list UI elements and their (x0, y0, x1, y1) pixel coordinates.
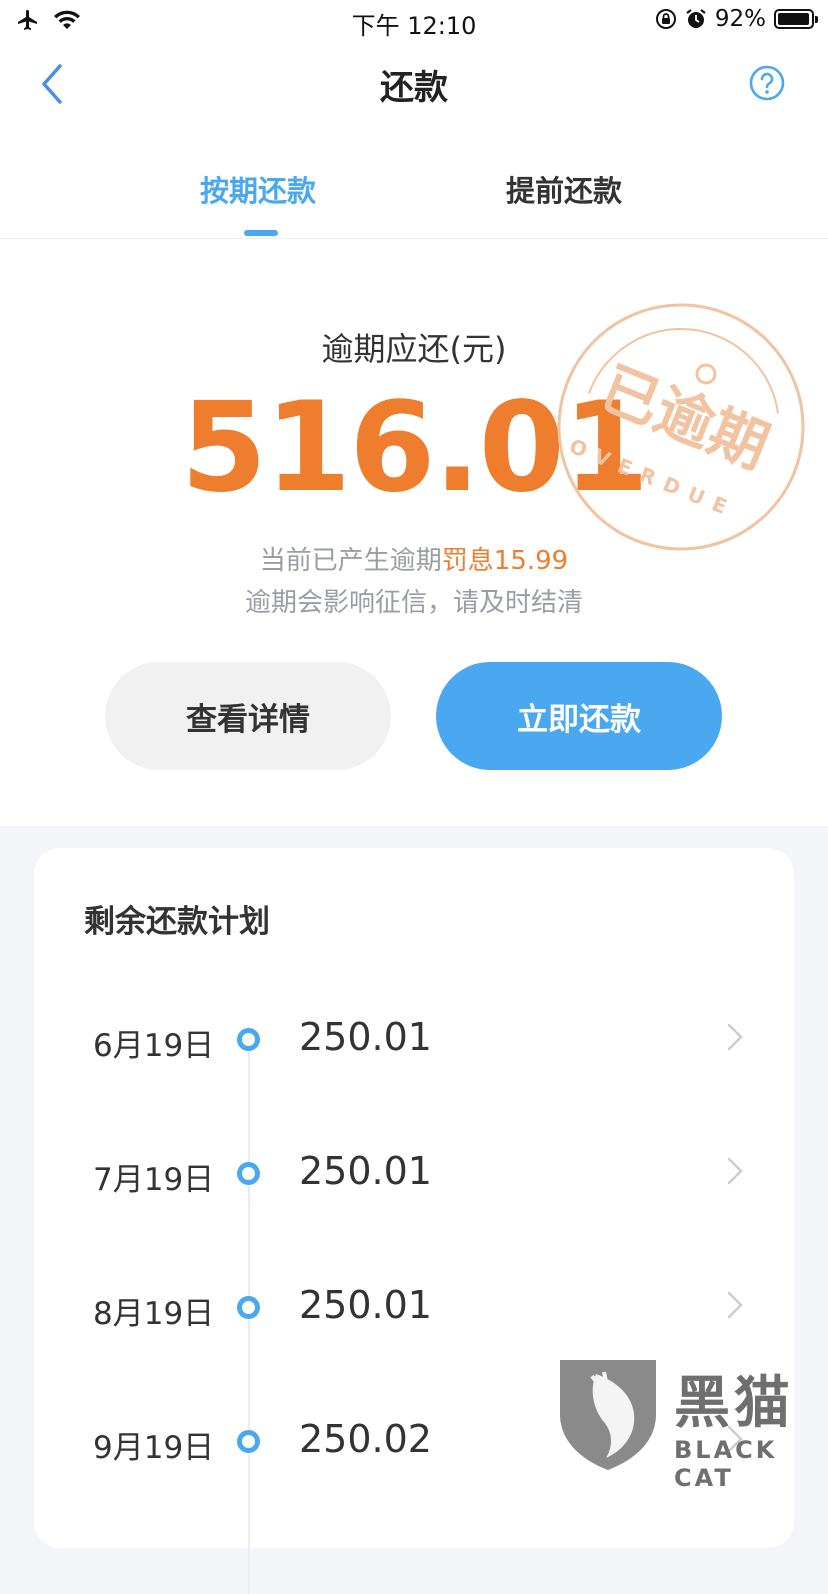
timeline-dot (237, 1296, 260, 1319)
alarm-icon (686, 9, 706, 28)
repayment-plan-title: 剩余还款计划 (84, 904, 270, 940)
tab-scheduled-repayment[interactable]: 按期还款 (200, 168, 316, 210)
watermark-en: BLACK CAT (674, 1436, 778, 1492)
plan-date: 8月19日 (93, 1296, 215, 1332)
timeline-dot (237, 1430, 260, 1453)
overdue-stamp: 已逾期 OVERDUE (557, 303, 805, 551)
blackcat-watermark: 黑猫 BLACK CAT (556, 1354, 828, 1492)
help-icon[interactable] (748, 64, 786, 102)
penalty-notice-prefix: 当前已产生逾期 (259, 546, 442, 576)
plan-amount: 250.02 (299, 1417, 432, 1461)
watermark-zh: 黑猫 (674, 1371, 794, 1436)
blackcat-shield-logo (560, 1360, 656, 1470)
status-bar: 下午 12:10 92% (0, 0, 828, 42)
battery-icon (774, 9, 818, 29)
plan-amount: 250.01 (299, 1149, 432, 1193)
plan-row[interactable]: 7月19日 250.01 (34, 1136, 794, 1216)
repay-now-button[interactable]: 立即还款 (436, 662, 722, 770)
tab-bar: 按期还款 提前还款 (0, 150, 828, 239)
plan-amount: 250.01 (299, 1283, 432, 1327)
penalty-notice: 当前已产生逾期罚息15.99 (0, 540, 828, 577)
penalty-interest: 罚息15.99 (441, 546, 569, 576)
status-right: 92% (655, 6, 818, 32)
chevron-right-icon (727, 1291, 743, 1319)
plan-date: 6月19日 (93, 1028, 215, 1064)
plan-date: 9月19日 (93, 1430, 215, 1466)
chevron-right-icon (727, 1023, 743, 1051)
page-title: 还款 (380, 68, 448, 108)
chevron-right-icon (727, 1157, 743, 1185)
timeline-dot (237, 1162, 260, 1185)
view-details-button[interactable]: 查看详情 (105, 662, 391, 770)
battery-percent: 92% (714, 6, 766, 32)
credit-warning: 逾期会影响征信，请及时结清 (244, 588, 583, 618)
tab-active-indicator (244, 230, 278, 236)
plan-row[interactable]: 8月19日 250.01 (34, 1270, 794, 1350)
plan-date: 7月19日 (93, 1162, 215, 1198)
plan-row[interactable]: 6月19日 250.01 (34, 1002, 794, 1082)
plan-amount: 250.01 (299, 1015, 432, 1059)
nav-bar: 还款 (0, 42, 828, 128)
timeline-dot (237, 1028, 260, 1051)
tab-early-repayment[interactable]: 提前还款 (506, 168, 622, 210)
rotation-lock-icon (655, 9, 676, 29)
